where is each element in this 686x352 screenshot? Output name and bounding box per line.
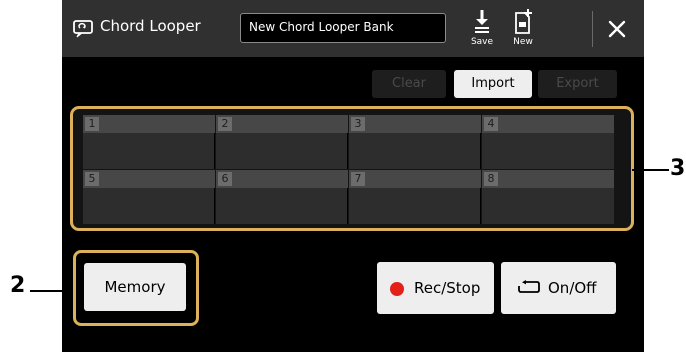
cell-divider [347, 188, 348, 224]
clear-button[interactable]: Clear [372, 70, 446, 98]
chord-memory-grid: 1 2 3 4 5 6 7 8 [70, 106, 634, 231]
loop-icon [518, 280, 540, 293]
save-label: Save [470, 37, 494, 47]
new-file-icon [515, 9, 532, 34]
save-button[interactable]: Save [466, 7, 498, 51]
cell-divider [480, 133, 481, 169]
memory-cell[interactable]: 5 [83, 170, 215, 224]
rec-stop-label: Rec/Stop [414, 279, 481, 297]
memory-number: 5 [85, 172, 99, 186]
title-bar: Chord Looper New Chord Looper Bank Save … [62, 0, 644, 57]
close-button[interactable] [602, 14, 632, 44]
memory-number: 3 [351, 117, 365, 131]
memory-cell-header: 8 [482, 170, 614, 188]
close-icon [608, 20, 626, 38]
cell-divider [480, 188, 481, 224]
memory-cell[interactable]: 3 [349, 115, 481, 169]
memory-cell-header: 6 [216, 170, 348, 188]
memory-button[interactable]: Memory [84, 263, 186, 311]
memory-cell-header: 1 [83, 115, 215, 133]
chord-looper-screen: Chord Looper New Chord Looper Bank Save … [62, 0, 644, 352]
memory-cell-header: 7 [349, 170, 481, 188]
cell-divider [214, 133, 215, 169]
memory-number: 7 [351, 172, 365, 186]
memory-number: 1 [85, 117, 99, 131]
titlebar-divider [592, 11, 593, 47]
memory-number: 2 [218, 117, 232, 131]
import-button[interactable]: Import [454, 70, 532, 98]
memory-cell-header: 4 [482, 115, 614, 133]
export-button[interactable]: Export [538, 70, 617, 98]
cell-divider [214, 188, 215, 224]
callout-number-2: 2 [10, 273, 26, 298]
memory-cell[interactable]: 8 [482, 170, 614, 224]
callout-line-2 [30, 290, 73, 292]
memory-cell[interactable]: 6 [216, 170, 348, 224]
memory-cell-header: 5 [83, 170, 215, 188]
rec-stop-button[interactable]: Rec/Stop [377, 262, 494, 314]
on-off-button[interactable]: On/Off [501, 262, 616, 314]
on-off-label: On/Off [548, 279, 597, 297]
new-label: New [513, 37, 533, 47]
memory-cell-header: 3 [349, 115, 481, 133]
memory-number: 4 [484, 117, 498, 131]
chord-looper-icon [72, 17, 94, 39]
memory-cell-header: 2 [216, 115, 348, 133]
bank-name-field[interactable]: New Chord Looper Bank [240, 13, 446, 43]
callout-line-3 [632, 169, 669, 171]
page-title: Chord Looper [100, 17, 201, 35]
memory-cell[interactable]: 1 [83, 115, 215, 169]
memory-number: 8 [484, 172, 498, 186]
callout-number-3: 3 [670, 156, 686, 181]
memory-cell[interactable]: 7 [349, 170, 481, 224]
memory-cell[interactable]: 4 [482, 115, 614, 169]
cell-divider [347, 133, 348, 169]
memory-number: 6 [218, 172, 232, 186]
save-icon [475, 10, 489, 33]
record-icon [390, 282, 404, 296]
new-button[interactable]: New [507, 7, 539, 51]
memory-cell[interactable]: 2 [216, 115, 348, 169]
